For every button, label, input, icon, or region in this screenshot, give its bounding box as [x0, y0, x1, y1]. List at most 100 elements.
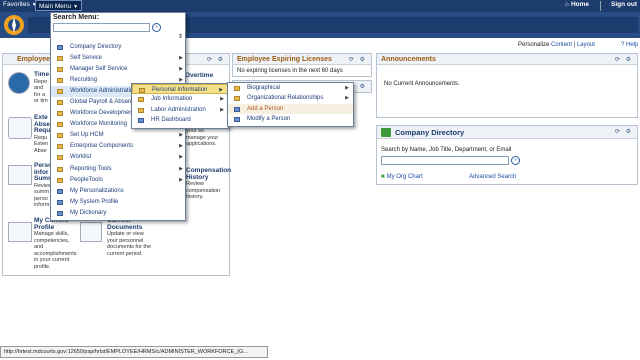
compensation-tile[interactable]: Compensation History Review compensation …	[186, 167, 232, 201]
folder-icon	[57, 67, 63, 73]
personalize-content-link[interactable]: Content	[551, 42, 572, 48]
submenu-item-label: Biographical	[247, 85, 281, 91]
page-icon	[57, 188, 63, 194]
app-logo	[4, 15, 24, 35]
pagelet-controls[interactable]: ⟳ ⚙	[615, 56, 633, 63]
menu-item-label: Recruiting	[70, 77, 98, 84]
pagelet-controls[interactable]: ⟳ ⚙	[207, 56, 225, 63]
menu-item-label: Manager Self Service	[70, 66, 128, 73]
menu-item-label: Set Up HCM	[70, 132, 104, 139]
search-menu-title: Search Menu:	[53, 14, 99, 21]
submenu-item-add-a-person[interactable]: Add a Person	[228, 103, 353, 115]
help-link[interactable]: ? Help	[621, 42, 638, 48]
pagelet-title: Company Directory	[395, 128, 465, 137]
chevron-right-icon: ▶	[179, 132, 183, 139]
profile-tile-icon	[8, 222, 32, 242]
menu-item-self-service[interactable]: Self Service ▶	[51, 53, 187, 64]
tile-title: Compensation History	[186, 167, 232, 181]
document-icon	[80, 222, 102, 242]
tile-description: Requ Exten Abse	[34, 134, 49, 154]
folder-icon	[57, 89, 63, 95]
folder-icon	[57, 166, 63, 172]
folder-icon	[234, 96, 240, 102]
submenu-item-personal-information[interactable]: Personal Information ▶	[132, 84, 228, 95]
org-chart-icon: ■	[381, 174, 385, 180]
stethoscope-icon	[8, 117, 32, 139]
submenu-item-modify-a-person[interactable]: Modify a Person	[228, 114, 353, 124]
chevron-right-icon: ▶	[179, 176, 183, 183]
absence-tile-icon	[8, 117, 32, 139]
menu-search-button[interactable]: »	[152, 23, 161, 32]
favorites-label: Favorites	[3, 1, 30, 8]
favorites-menu[interactable]: Favorites▼	[3, 1, 37, 8]
pagelet-controls[interactable]: ⟳ ⚙	[615, 128, 633, 135]
time-tile[interactable]: Time Repo and for a or tim	[34, 71, 49, 105]
menu-search-input[interactable]	[53, 23, 150, 32]
directory-search-button[interactable]: »	[511, 156, 520, 165]
chevron-right-icon: ▶	[179, 55, 183, 62]
menu-item-my-personalizations[interactable]: My Personalizations	[51, 186, 187, 197]
advanced-search-link[interactable]: Advanced Search	[469, 174, 516, 180]
folder-icon	[139, 88, 145, 93]
documents-tile[interactable]: Current DocumentsUpdate or view your per…	[107, 217, 151, 257]
menu-item-enterprise-components[interactable]: Enterprise Components ▶	[51, 141, 187, 152]
pagelet-header: Announcements ⟳ ⚙	[377, 54, 637, 65]
submenu-item-labor-administration[interactable]: Labor Administration ▶	[132, 105, 228, 115]
menu-item-label: Workforce Monitoring	[70, 121, 127, 128]
menu-item-reporting-tools[interactable]: Reporting Tools ▶	[51, 164, 187, 175]
submenu-item-hr-dashboard[interactable]: HR Dashboard	[132, 115, 228, 125]
status-bar-url: http://hrtest.mdcourts.gov:12650/psp/hrt…	[0, 346, 268, 358]
folder-icon	[138, 107, 144, 113]
menu-item-company-directory[interactable]: Company Directory	[51, 42, 187, 53]
menu-item-my-dictionary[interactable]: My Dictionary	[51, 208, 187, 219]
menu-item-label: PeopleTools	[70, 176, 103, 183]
menu-item-label: Worklist	[70, 154, 92, 161]
folder-icon	[57, 122, 63, 128]
tile-description: Review compensation history.	[186, 181, 221, 200]
chevron-right-icon: ▶	[220, 96, 224, 103]
pagelet-title: Employee	[17, 56, 51, 63]
folder-icon	[57, 56, 63, 62]
help-label: Help	[626, 42, 639, 48]
submenu-item-job-information[interactable]: Job Information ▶	[132, 94, 228, 104]
home-icon: ⌂	[565, 1, 569, 8]
personal-information-submenu: Biographical ▶ Organizational Relationship…	[227, 82, 354, 127]
chevron-right-icon: ▶	[179, 66, 183, 73]
menu-item-label: Self Service	[70, 55, 103, 62]
menu-item-label: My Dictionary	[70, 209, 107, 216]
personalize-links: Personalize Content | Layout	[518, 42, 595, 48]
overtime-tile[interactable]: Overtime	[185, 72, 213, 80]
org-chart-link[interactable]: ■ My Org Chart	[381, 174, 423, 180]
folder-icon	[57, 78, 63, 84]
absence-tile[interactable]: Exte Abse Requ Requ Exten Abse	[34, 114, 51, 154]
help-icon: ?	[621, 42, 625, 48]
menu-item-manager-self-service[interactable]: Manager Self Service ▶	[51, 64, 187, 75]
profile-tile[interactable]: My Current ProfileManage skills, compete…	[34, 217, 77, 270]
manage-tile[interactable]: your so manage your applications.	[186, 128, 218, 148]
main-menu-button[interactable]: Main Menu ▼	[35, 0, 83, 11]
announcements-pagelet: Announcements ⟳ ⚙ No Current Announcemen…	[376, 53, 638, 118]
pagelet-controls[interactable]: ⟳ ⚙	[349, 56, 367, 63]
top-navigation-bar: Favorites▼ Main Menu▼ ⌂Home Sign out	[0, 0, 640, 12]
menu-item-worklist[interactable]: Worklist ▶	[51, 152, 187, 163]
sign-out-link[interactable]: Sign out	[611, 1, 637, 8]
menu-item-peopletools[interactable]: PeopleTools ▶	[51, 175, 187, 186]
home-link[interactable]: ⌂ Home	[565, 1, 589, 8]
folder-icon	[57, 133, 63, 139]
menu-item-set-up-hcm[interactable]: Set Up HCM ▶	[51, 130, 187, 141]
menu-item-label: Company Directory	[70, 44, 122, 50]
menu-item-my-system-profile[interactable]: My System Profile	[51, 197, 187, 208]
page-icon	[138, 118, 144, 124]
tile-title: Exte Abse Requ	[34, 114, 51, 134]
page-icon	[234, 106, 240, 112]
workforce-administration-submenu: Personal Information ▶ Job Information ▶ Lab…	[131, 83, 229, 129]
pagelet-body: No Current Announcements.	[384, 81, 460, 87]
directory-search-input[interactable]	[381, 156, 509, 165]
personalize-layout-link[interactable]: Layout	[577, 42, 595, 48]
org-chart-label: My Org Chart	[386, 174, 423, 180]
submenu-item-label: Organizational Relationships	[247, 95, 324, 102]
tile-description: your so manage your applications.	[186, 128, 219, 147]
submenu-item-organizational-relationships[interactable]: Organizational Relationships ▶	[228, 93, 353, 103]
submenu-item-biographical[interactable]: Biographical ▶	[228, 83, 353, 93]
sort-icon[interactable]: ⇕	[178, 33, 183, 40]
